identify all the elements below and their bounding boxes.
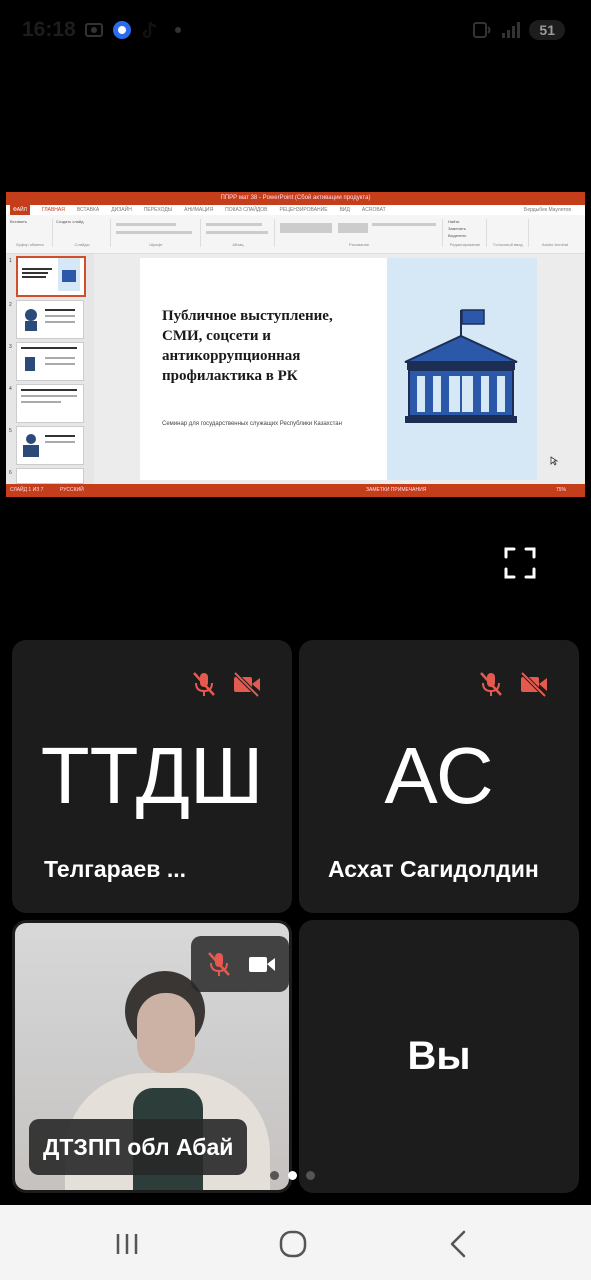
ppt-slide-counter: СЛАЙД 1 ИЗ 7	[10, 487, 44, 493]
participant-name-pill: ДТЗПП обл Абай	[29, 1119, 248, 1175]
mic-muted-icon	[205, 950, 233, 978]
ppt-status-bar: СЛАЙД 1 ИЗ 7 РУССКИЙ ЗАМЕТКИ ПРИМЕЧАНИЯ …	[6, 484, 585, 497]
fullscreen-icon	[504, 547, 536, 579]
slide-title: Публичное выступление, СМИ, соцсети и ан…	[162, 308, 333, 384]
participant-name: Телгараев ...	[44, 856, 187, 882]
ppt-tab-review: РЕЦЕНЗИРОВАНИЕ	[279, 207, 328, 213]
government-building-icon	[404, 309, 518, 423]
powerpoint-window: ППРР мат 38 - PowerPoint (Сбой активации…	[6, 192, 585, 497]
video-off-icon	[232, 670, 260, 698]
back-button[interactable]	[442, 1227, 476, 1261]
ppt-title-bar: ППРР мат 38 - PowerPoint (Сбой активации…	[6, 192, 585, 205]
ppt-language: РУССКИЙ	[60, 487, 84, 493]
status-notification-icons	[84, 20, 188, 40]
participant-initials: АС	[384, 731, 494, 820]
mouse-cursor-icon	[550, 456, 558, 466]
participant-name: Асхат Сагидолдин	[328, 856, 539, 882]
ppt-tab-slideshow: ПОКАЗ СЛАЙДОВ	[225, 207, 268, 213]
ribbon-replace-button: Заменить	[448, 226, 466, 231]
screen-share-tile[interactable]: ППРР мат 38 - PowerPoint (Сбой активации…	[6, 61, 585, 626]
ppt-tab-file: ФАЙЛ	[10, 205, 30, 215]
ppt-tab-animations: АНИМАЦИЯ	[184, 207, 214, 213]
ribbon-group-paragraph: Абзац	[202, 219, 275, 247]
slide-illustration-panel	[387, 258, 537, 480]
ribbon-group-slides: Создать слайд Слайды	[54, 219, 111, 247]
slide-thumbnail	[16, 300, 84, 339]
page-dot[interactable]	[306, 1171, 315, 1180]
battery-indicator: 51	[529, 20, 565, 40]
participant-video-tile[interactable]: ДТЗПП обл Абай	[12, 920, 292, 1193]
recent-apps-button[interactable]	[110, 1227, 144, 1261]
participant-tile[interactable]: ТТДШ Телгараев ...	[12, 640, 292, 913]
status-system-icons: 51	[473, 20, 565, 40]
ppt-slide-canvas: Публичное выступление, СМИ, соцсети и ан…	[94, 254, 585, 484]
ribbon-group-drawing: Рисование	[276, 219, 443, 247]
screen-record-icon	[84, 20, 104, 40]
participant-initials: ТТДШ	[40, 731, 264, 820]
self-label: Вы	[407, 1034, 471, 1078]
ppt-slide-thumbnails: 1 2 3 4 5 6	[6, 254, 94, 484]
ribbon-find-button: Найти	[448, 219, 460, 224]
page-dot-active[interactable]	[288, 1171, 297, 1180]
system-navigation-bar	[0, 1205, 591, 1280]
fullscreen-button[interactable]	[504, 547, 536, 579]
messenger-icon	[112, 20, 132, 40]
media-status-pill	[191, 936, 289, 992]
ppt-tab-view: ВИД	[339, 207, 350, 213]
back-icon	[450, 1230, 466, 1258]
slide-thumbnail	[16, 426, 84, 465]
slide-thumbnail	[16, 342, 84, 381]
ppt-title: ППРР мат 38 - PowerPoint (Сбой активации…	[220, 195, 371, 201]
ribbon-paste-button: Вставить	[10, 219, 27, 224]
vowifi-icon	[473, 20, 493, 40]
ribbon-group-font: Шрифт	[112, 219, 201, 247]
ppt-ribbon-tabs: ФАЙЛ ГЛАВНАЯ ВСТАВКА ДИЗАЙН ПЕРЕХОДЫ АНИ…	[6, 205, 585, 215]
home-button[interactable]	[276, 1227, 310, 1261]
ppt-tab-acrobat: ACROBAT	[361, 207, 386, 213]
participant-name: ДТЗПП обл Абай	[43, 1133, 234, 1160]
video-on-icon	[247, 950, 275, 978]
ribbon-select-button: Выделить	[448, 233, 467, 238]
ribbon-group-voice: Голосовой ввод	[488, 219, 529, 247]
ppt-ribbon: Вставить Буфер обмена Создать слайд Слай…	[6, 215, 585, 254]
tiktok-icon	[140, 20, 160, 40]
ribbon-new-slide-button: Создать слайд	[56, 219, 84, 224]
ppt-tab-transitions: ПЕРЕХОДЫ	[143, 207, 173, 213]
ppt-tab-home: ГЛАВНАЯ	[41, 207, 65, 213]
ribbon-group-acrobat: Adobe Acrobat	[541, 242, 569, 247]
ribbon-group-clipboard: Вставить Буфер обмена	[8, 219, 53, 247]
page-indicator	[270, 1171, 315, 1180]
signal-icon	[501, 20, 521, 40]
home-icon	[279, 1230, 307, 1258]
current-slide: Публичное выступление, СМИ, соцсети и ан…	[140, 258, 537, 480]
recent-apps-icon	[116, 1234, 138, 1254]
ppt-user-name: Бердыбек Маулетов	[524, 207, 571, 213]
mic-muted-icon	[477, 670, 505, 698]
ppt-tab-insert: ВСТАВКА	[76, 207, 100, 213]
mic-muted-icon	[190, 670, 218, 698]
status-time: 16:18	[22, 18, 76, 41]
ppt-zoom: 75%	[556, 487, 567, 493]
slide-subtitle: Семинар для государственных служащих Рес…	[162, 421, 342, 427]
slide-thumbnail	[16, 256, 86, 297]
status-bar: 16:18 51	[0, 0, 591, 60]
ppt-notes-comments: ЗАМЕТКИ ПРИМЕЧАНИЯ	[366, 487, 427, 493]
video-off-icon	[519, 670, 547, 698]
slide-thumbnail	[16, 384, 84, 423]
participant-tile[interactable]: АС Асхат Сагидолдин	[299, 640, 579, 913]
ribbon-group-editing: Найти Заменить Выделить Редактирование	[444, 219, 487, 247]
slide-thumbnail	[16, 468, 84, 484]
ppt-tab-design: ДИЗАЙН	[111, 207, 132, 213]
dot-icon	[168, 20, 188, 40]
self-tile[interactable]: Вы	[299, 920, 579, 1193]
page-dot[interactable]	[270, 1171, 279, 1180]
